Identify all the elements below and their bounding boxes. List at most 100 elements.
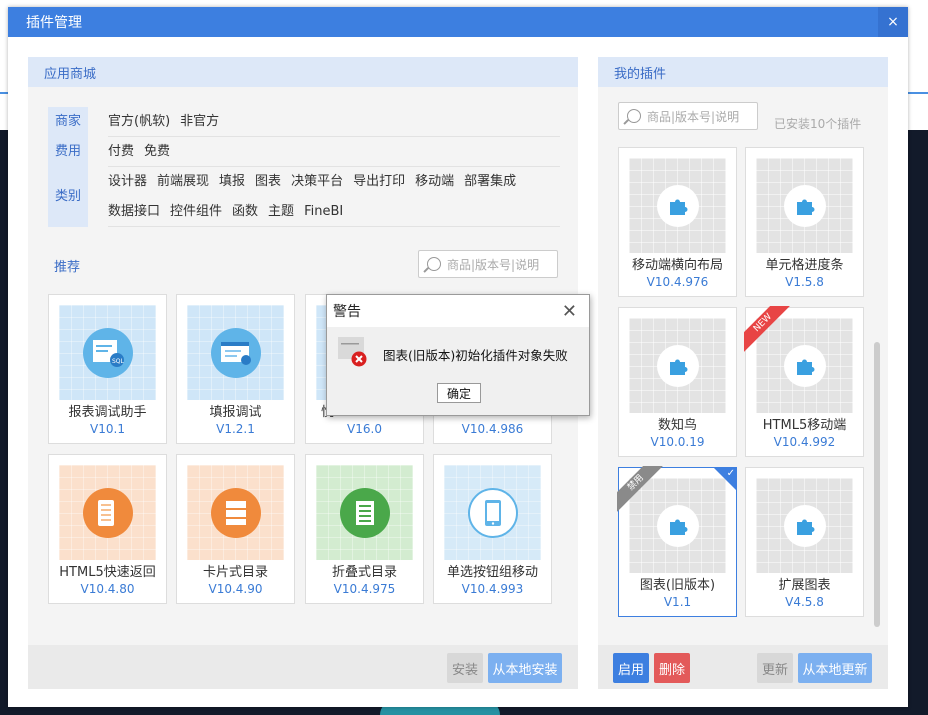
filter-label-category: 类别 [48,167,88,227]
warning-titlebar: 警告 ✕ [327,295,589,327]
card-thumbnail [756,158,853,253]
card-name: 报表调试助手 [68,405,147,420]
search-placeholder: 商品|版本号|说明 [447,257,540,272]
store-footer: 安装 从本地安装 [28,645,578,689]
update-local-button[interactable]: 从本地更新 [798,653,872,683]
disabled-badge: 禁用 [617,466,667,516]
filter-option[interactable]: 数据接口 [108,197,160,227]
card-name: HTML5移动端 [762,418,847,433]
filter-row-vendor: 商家 官方(帆软) 非官方 [48,107,560,137]
filter-option[interactable]: 非官方 [180,107,219,137]
card-version: V1.1 [663,595,692,609]
mobile-return-icon [82,487,133,538]
card-name: HTML5快速返回 [59,565,156,580]
store-card[interactable]: 单选按钮组移动 V10.4.993 [433,454,552,604]
error-icon [337,337,367,367]
checkmark-icon: ✓ [714,468,736,490]
background-divider [0,92,8,94]
card-version: V10.0.19 [650,435,705,449]
enable-button[interactable]: 启用 [613,653,649,683]
store-filter: 商家 官方(帆软) 非官方 费用 付费 免费 类别 设计器 前端展现 填报 图表… [48,107,560,227]
store-card[interactable]: 卡片式目录 V10.4.90 [176,454,295,604]
ok-button[interactable]: 确定 [437,383,481,403]
background-divider [908,92,928,94]
card-catalog-icon [210,487,261,538]
svg-text:SQL: SQL [112,358,125,365]
my-plugins-footer: 启用 删除 更新 从本地更新 [598,645,888,689]
store-card[interactable]: SQL 报表调试助手 V10.1 [48,294,167,444]
store-card[interactable]: HTML5快速返回 V10.4.80 [48,454,167,604]
card-name: 数知鸟 [657,418,697,433]
card-version: V10.4.986 [461,422,524,436]
puzzle-icon [656,344,699,387]
card-version: V10.1 [90,422,125,436]
filter-option[interactable]: 免费 [144,137,170,167]
filter-option[interactable]: 付费 [108,137,134,167]
warning-dialog: 警告 ✕ 图表(旧版本)初始化插件对象失败 确定 [326,294,590,416]
install-local-button[interactable]: 从本地安装 [488,653,562,683]
card-thumbnail: SQL [59,305,156,400]
dialog-title: 插件管理 [26,15,82,31]
filter-option[interactable]: 主题 [268,197,294,227]
search-placeholder: 商品|版本号|说明 [647,109,740,124]
my-plugins-header: 我的插件 [598,57,888,87]
installed-count: 已安装10个插件 [774,117,862,131]
scrollbar[interactable] [874,342,880,627]
form-debug-icon [210,327,261,378]
filter-option[interactable]: 控件组件 [170,197,222,227]
close-icon[interactable]: ✕ [562,301,577,322]
search-icon [427,257,441,271]
filter-option[interactable]: 移动端 [415,167,454,197]
card-version: V10.4.976 [646,275,709,289]
recommend-label: 推荐 [54,260,81,275]
my-plugin-card[interactable]: NEW HTML5移动端 V10.4.992 [744,306,864,457]
card-version: V10.4.90 [208,582,263,596]
my-plugin-card[interactable]: 扩展图表 V4.5.8 [745,467,864,617]
store-header: 应用商城 [28,57,578,87]
filter-label-fee: 费用 [48,137,88,167]
update-button[interactable]: 更新 [757,653,793,683]
my-plugin-card[interactable]: 移动端横向布局 V10.4.976 [618,147,737,297]
radio-mobile-icon [467,487,518,538]
new-badge: NEW [744,306,794,356]
card-name: 单选按钮组移动 [446,565,538,580]
sql-report-icon: SQL [82,327,133,378]
store-search-input[interactable]: 商品|版本号|说明 [418,250,558,278]
my-plugin-card-selected[interactable]: 禁用 ✓ 图表(旧版本) V1.1 [617,466,737,617]
my-plugins-search-input[interactable]: 商品|版本号|说明 [618,102,758,130]
filter-option[interactable]: 图表 [255,167,281,197]
warning-title: 警告 [333,304,361,320]
card-version: V10.4.992 [773,435,836,449]
my-plugin-card[interactable]: 单元格进度条 V1.5.8 [745,147,864,297]
filter-option[interactable]: 填报 [219,167,245,197]
my-plugin-card[interactable]: 数知鸟 V10.0.19 [618,307,737,457]
card-version: V10.4.80 [80,582,135,596]
delete-button[interactable]: 删除 [654,653,690,683]
filter-option[interactable]: 函数 [232,197,258,227]
filter-option[interactable]: 官方(帆软) [108,107,170,137]
dialog-titlebar: 插件管理 × [8,7,908,37]
store-card[interactable]: 折叠式目录 V10.4.975 [305,454,424,604]
card-version: V10.4.975 [333,582,396,596]
install-button[interactable]: 安装 [447,653,483,683]
card-version: V1.5.8 [785,275,824,289]
card-version: V1.2.1 [216,422,255,436]
card-name: 单元格进度条 [765,258,844,273]
card-name: 填报调试 [209,405,262,420]
filter-option[interactable]: 部署集成 [464,167,516,197]
filter-option[interactable]: 决策平台 [291,167,343,197]
puzzle-icon [783,504,826,547]
card-thumbnail [756,478,853,573]
filter-option[interactable]: FineBI [304,197,343,227]
filter-option[interactable]: 前端展现 [157,167,209,197]
card-thumbnail [629,158,726,253]
close-button[interactable]: × [878,7,908,37]
filter-option[interactable]: 设计器 [108,167,147,197]
card-version: V4.5.8 [785,595,824,609]
filter-row-category: 类别 设计器 前端展现 填报 图表 决策平台 导出打印 移动端 部署集成 数据接… [48,167,560,227]
puzzle-icon [783,184,826,227]
store-card[interactable]: 填报调试 V1.2.1 [176,294,295,444]
filter-option[interactable]: 导出打印 [353,167,405,197]
my-plugins-panel: 我的插件 商品|版本号|说明 已安装10个插件 移动端横向布局 V10.4.97… [598,57,888,689]
card-name: 图表(旧版本) [639,578,716,593]
